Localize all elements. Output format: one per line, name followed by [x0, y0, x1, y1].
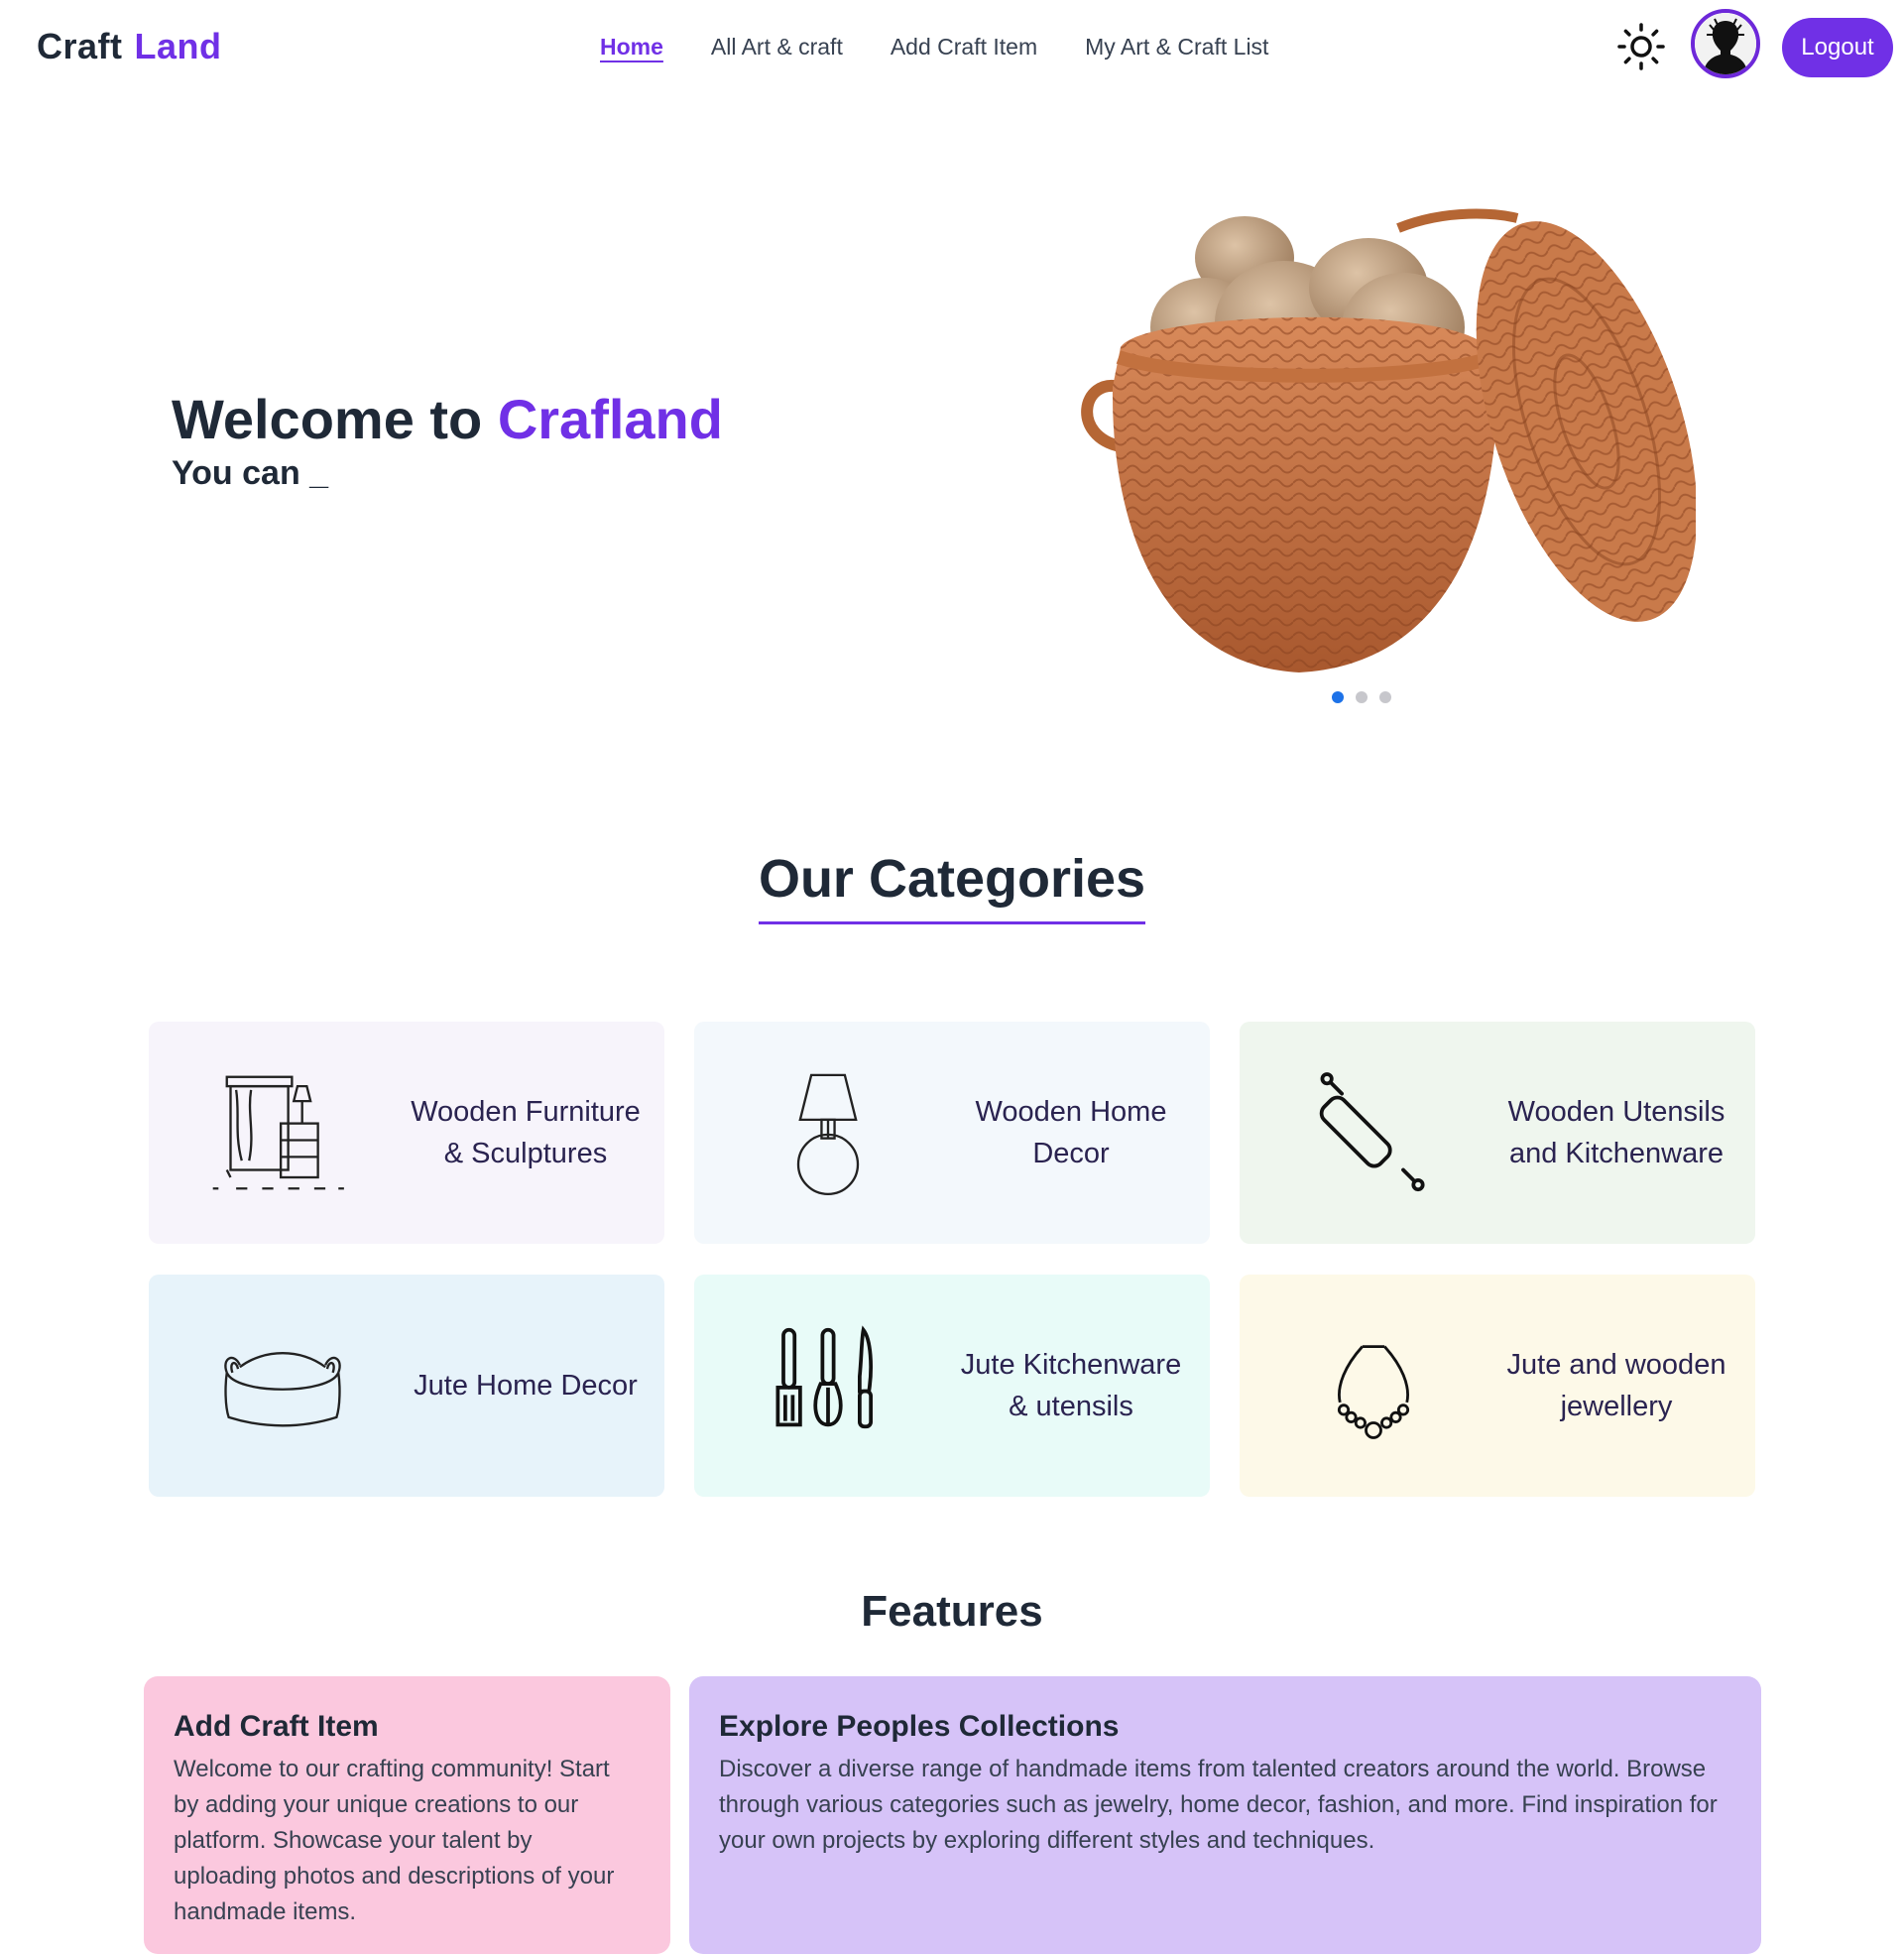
nav-link-all-art-craft[interactable]: All Art & craft [711, 34, 843, 73]
category-card-wooden-utensils[interactable]: Wooden Utensils and Kitchenware [1240, 1022, 1755, 1244]
category-label: Jute and wooden jewellery [1506, 1349, 1726, 1422]
category-label: Jute Home Decor [414, 1370, 638, 1402]
rolling-pin-icon [1299, 1063, 1448, 1202]
hero-slide-image-basket [1031, 198, 1698, 684]
brand-logo-part2: Land [134, 26, 222, 66]
category-label: Wooden Utensils and Kitchenware [1507, 1096, 1726, 1169]
category-card-jute-kitchenware[interactable]: Jute Kitchenware & utensils [694, 1275, 1210, 1497]
feature-card-title: Add Craft Item [174, 1710, 379, 1743]
category-label: Jute Kitchenware & utensils [960, 1349, 1182, 1422]
logout-button[interactable]: Logout [1782, 18, 1893, 77]
lamp-icon [754, 1063, 902, 1202]
furniture-icon [208, 1063, 357, 1202]
carousel-dot-3[interactable] [1379, 691, 1391, 703]
category-card-wooden-furniture[interactable]: Wooden Furniture & Sculptures [149, 1022, 664, 1244]
nav-link-my-list[interactable]: My Art & Craft List [1085, 34, 1268, 73]
necklace-icon [1299, 1316, 1448, 1455]
brand-logo-part1: Craft [37, 26, 123, 66]
category-label: Wooden Furniture & Sculptures [411, 1096, 641, 1169]
main-nav: Home All Art & craft Add Craft Item My A… [600, 34, 1268, 73]
carousel-dot-1[interactable] [1332, 691, 1344, 703]
avatar[interactable] [1691, 9, 1760, 78]
hero-typewriter-text: You can _ [172, 454, 329, 492]
carousel-dot-2[interactable] [1356, 691, 1368, 703]
features-heading: Features [861, 1587, 1043, 1636]
carousel-pagination [1332, 691, 1391, 703]
feature-card-text: Discover a diverse range of handmade ite… [719, 1756, 1718, 1854]
feature-card-add-craft-item: Add Craft Item Welcome to our crafting c… [144, 1676, 670, 1954]
nav-link-home[interactable]: Home [600, 34, 663, 73]
kitchen-utensils-icon [754, 1316, 902, 1455]
category-card-wooden-home-decor[interactable]: Wooden Home Decor [694, 1022, 1210, 1244]
category-card-jute-home-decor[interactable]: Jute Home Decor [149, 1275, 664, 1497]
categories-heading: Our Categories [0, 848, 1904, 924]
brand-logo[interactable]: Craft Land [37, 26, 222, 67]
basket-icon [208, 1316, 357, 1455]
navbar: Craft Land Home All Art & craft Add Craft… [0, 0, 1904, 99]
hero-title: Welcome to Crafland [172, 387, 723, 451]
nav-link-add-craft-item[interactable]: Add Craft Item [891, 34, 1037, 73]
category-grid: Wooden Furniture & Sculptures Wooden Hom… [149, 1022, 1755, 1497]
category-label: Wooden Home Decor [975, 1096, 1167, 1169]
feature-card-explore-collections: Explore Peoples Collections Discover a d… [689, 1676, 1761, 1954]
feature-card-text: Welcome to our crafting community! Start… [174, 1756, 615, 1925]
hero-title-prefix: Welcome to [172, 388, 498, 450]
hero-title-accent: Crafland [497, 388, 723, 450]
sun-icon[interactable] [1616, 22, 1666, 71]
categories-heading-text: Our Categories [758, 848, 1146, 924]
feature-card-title: Explore Peoples Collections [719, 1710, 1120, 1743]
category-card-jute-wooden-jewellery[interactable]: Jute and wooden jewellery [1240, 1275, 1755, 1497]
